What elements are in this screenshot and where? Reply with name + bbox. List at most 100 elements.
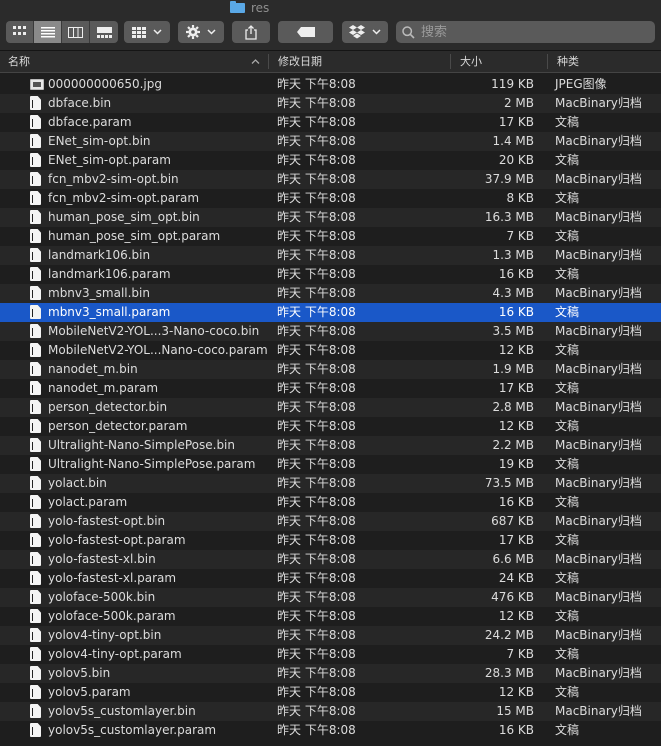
file-date: 昨天 下午8:08 (277, 172, 356, 186)
edit-tags-button[interactable] (278, 21, 333, 43)
file-row[interactable]: nanodet_m.param 昨天 下午8:08 17 KB 文稿 (0, 379, 661, 398)
file-row[interactable]: yolov5s_customlayer.bin 昨天 下午8:08 15 MB Mac… (0, 702, 661, 721)
share-button[interactable] (232, 21, 270, 43)
file-row[interactable]: yolov4-tiny-opt.bin 昨天 下午8:08 24.2 MB MacBi… (0, 626, 661, 645)
file-row[interactable]: person_detector.bin 昨天 下午8:08 2.8 MB MacBin… (0, 398, 661, 417)
column-header-kind[interactable]: 种类 (557, 51, 579, 72)
file-row[interactable]: Ultralight-Nano-SimplePose.bin 昨天 下午8:08 2… (0, 436, 661, 455)
file-date: 昨天 下午8:08 (277, 628, 356, 642)
file-row[interactable]: person_detector.param 昨天 下午8:08 12 KB 文稿 (0, 417, 661, 436)
toolbar (0, 16, 661, 51)
file-kind: 文稿 (555, 115, 580, 129)
file-size: 119 KB (491, 77, 534, 91)
file-name: yoloface-500k.param (48, 609, 176, 623)
file-row[interactable]: yolo-fastest-xl.param 昨天 下午8:08 24 KB 文稿 (0, 569, 661, 588)
column-divider[interactable] (450, 54, 451, 69)
file-date: 昨天 下午8:08 (277, 134, 356, 148)
file-row[interactable]: landmark106.bin 昨天 下午8:08 1.3 MB MacBinary归… (0, 246, 661, 265)
file-row[interactable]: dbface.param 昨天 下午8:08 17 KB 文稿 (0, 113, 661, 132)
file-name: dbface.param (48, 115, 132, 129)
dropbox-button[interactable] (342, 21, 388, 43)
file-date: 昨天 下午8:08 (277, 210, 356, 224)
file-row[interactable]: dbface.bin 昨天 下午8:08 2 MB MacBinary归档 (0, 94, 661, 113)
file-name: yolo-fastest-xl.param (48, 571, 177, 585)
search-field[interactable] (396, 21, 655, 43)
file-kind: 文稿 (555, 685, 580, 699)
file-name: human_pose_sim_opt.param (48, 229, 221, 243)
file-kind: 文稿 (555, 191, 580, 205)
file-row[interactable]: yolact.bin 昨天 下午8:08 73.5 MB MacBinary归档 (0, 474, 661, 493)
file-name: yolov5.param (48, 685, 131, 699)
file-row[interactable]: human_pose_sim_opt.param 昨天 下午8:08 7 KB 文稿 (0, 227, 661, 246)
column-divider[interactable] (268, 54, 269, 69)
file-size: 24 KB (498, 571, 534, 585)
file-row[interactable]: MobileNetV2-YOL...Nano-coco.param 昨天 下午8:… (0, 341, 661, 360)
view-mode-switcher (6, 21, 118, 43)
file-row[interactable]: fcn_mbv2-sim-opt.bin 昨天 下午8:08 37.9 MB MacB… (0, 170, 661, 189)
action-menu-button[interactable] (178, 21, 224, 43)
document-icon (30, 343, 41, 357)
file-row[interactable]: mbnv3_small.bin 昨天 下午8:08 4.3 MB MacBinary归… (0, 284, 661, 303)
file-row[interactable]: yolov5s_customlayer.param 昨天 下午8:08 16 KB 文… (0, 721, 661, 740)
file-name: human_pose_sim_opt.bin (48, 210, 200, 224)
file-kind: 文稿 (555, 571, 580, 585)
column-view-button[interactable] (62, 21, 90, 43)
file-size: 73.5 MB (484, 476, 534, 490)
file-size: 24.2 MB (484, 628, 534, 642)
file-row[interactable]: yolo-fastest-opt.bin 昨天 下午8:08 687 KB MacBi… (0, 512, 661, 531)
file-kind: 文稿 (555, 343, 580, 357)
group-by-button[interactable] (124, 21, 170, 43)
file-date: 昨天 下午8:08 (277, 286, 356, 300)
file-date: 昨天 下午8:08 (277, 552, 356, 566)
file-date: 昨天 下午8:08 (277, 381, 356, 395)
column-header-size[interactable]: 大小 (460, 51, 482, 72)
file-size: 3.5 MB (492, 324, 534, 338)
file-kind: MacBinary归档 (555, 438, 642, 452)
file-size: 16 KB (498, 495, 534, 509)
list-view-button[interactable] (34, 21, 62, 43)
document-icon (30, 210, 41, 224)
document-icon (30, 400, 41, 414)
file-row[interactable]: yolo-fastest-opt.param 昨天 下午8:08 17 KB 文稿 (0, 531, 661, 550)
file-row[interactable]: yolov5.param 昨天 下午8:08 12 KB 文稿 (0, 683, 661, 702)
file-row[interactable]: MobileNetV2-YOL...3-Nano-coco.bin 昨天 下午8:… (0, 322, 661, 341)
file-row[interactable]: yoloface-500k.param 昨天 下午8:08 12 KB 文稿 (0, 607, 661, 626)
file-kind: MacBinary归档 (555, 210, 642, 224)
column-divider[interactable] (547, 54, 548, 69)
document-icon (30, 590, 41, 604)
file-name: yolact.param (48, 495, 128, 509)
file-row[interactable]: Ultralight-Nano-SimplePose.param 昨天 下午8:0… (0, 455, 661, 474)
gallery-view-button[interactable] (90, 21, 118, 43)
file-name: yolo-fastest-xl.bin (48, 552, 156, 566)
file-kind: 文稿 (555, 609, 580, 623)
file-row[interactable]: ENet_sim-opt.param 昨天 下午8:08 20 KB 文稿 (0, 151, 661, 170)
file-kind: 文稿 (555, 381, 580, 395)
file-date: 昨天 下午8:08 (277, 248, 356, 262)
file-row[interactable]: ENet_sim-opt.bin 昨天 下午8:08 1.4 MB MacBinary… (0, 132, 661, 151)
file-date: 昨天 下午8:08 (277, 115, 356, 129)
search-input[interactable] (419, 23, 643, 41)
file-row[interactable]: mbnv3_small.param 昨天 下午8:08 16 KB 文稿 (0, 303, 661, 322)
file-name: mbnv3_small.param (48, 305, 171, 319)
column-header-date[interactable]: 修改日期 (278, 51, 322, 72)
file-size: 16 KB (498, 723, 534, 737)
document-icon (30, 305, 41, 319)
file-size: 1.4 MB (492, 134, 534, 148)
file-row[interactable]: human_pose_sim_opt.bin 昨天 下午8:08 16.3 MB Ma… (0, 208, 661, 227)
file-kind: MacBinary归档 (555, 514, 642, 528)
file-name: landmark106.bin (48, 248, 151, 262)
file-row[interactable]: yolov5.bin 昨天 下午8:08 28.3 MB MacBinary归档 (0, 664, 661, 683)
file-row[interactable]: yolact.param 昨天 下午8:08 16 KB 文稿 (0, 493, 661, 512)
document-icon (30, 647, 41, 661)
file-row[interactable]: nanodet_m.bin 昨天 下午8:08 1.9 MB MacBinary归档 (0, 360, 661, 379)
file-row[interactable]: landmark106.param 昨天 下午8:08 16 KB 文稿 (0, 265, 661, 284)
icon-view-button[interactable] (6, 21, 34, 43)
file-row[interactable]: fcn_mbv2-sim-opt.param 昨天 下午8:08 8 KB 文稿 (0, 189, 661, 208)
file-size: 2.8 MB (492, 400, 534, 414)
file-row[interactable]: yolo-fastest-xl.bin 昨天 下午8:08 6.6 MB MacBin… (0, 550, 661, 569)
file-row[interactable]: yolov4-tiny-opt.param 昨天 下午8:08 7 KB 文稿 (0, 645, 661, 664)
column-header-name[interactable]: 名称 (8, 51, 30, 72)
file-row[interactable]: 000000000650.jpg 昨天 下午8:08 119 KB JPEG图像 (0, 75, 661, 94)
file-kind: MacBinary归档 (555, 324, 642, 338)
file-row[interactable]: yoloface-500k.bin 昨天 下午8:08 476 KB MacBinar… (0, 588, 661, 607)
